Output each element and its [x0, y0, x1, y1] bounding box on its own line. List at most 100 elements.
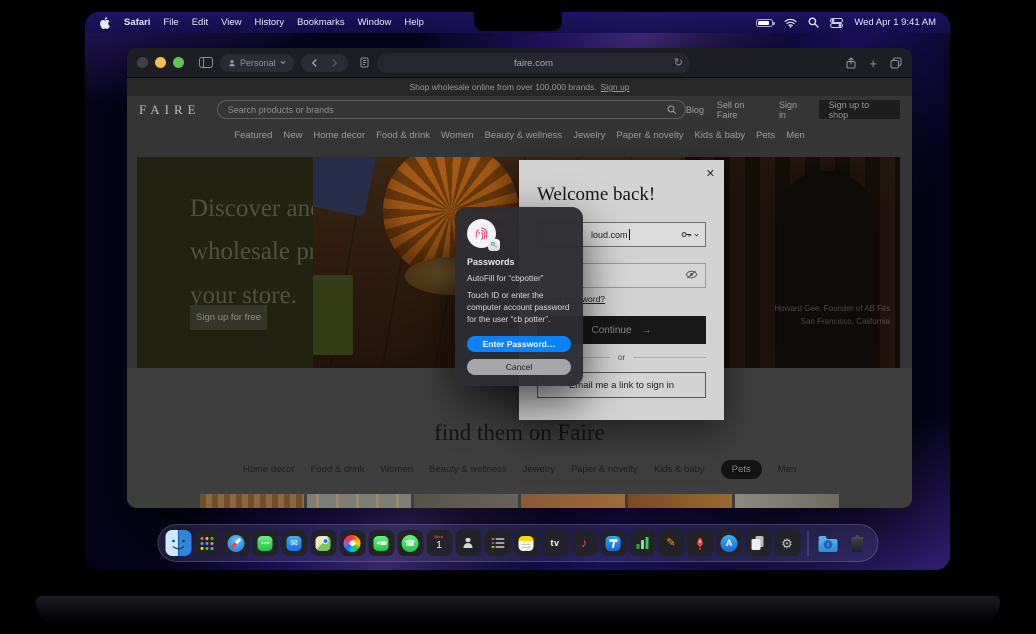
- dock-launchpad-icon[interactable]: [194, 530, 220, 556]
- dock-documents-icon[interactable]: [745, 530, 771, 556]
- search-icon: [667, 105, 677, 115]
- dock-mail-icon[interactable]: ✉: [281, 530, 307, 556]
- window-close-button[interactable]: [137, 57, 148, 68]
- toolbar-right-buttons: +: [846, 48, 902, 78]
- nav-food-drink[interactable]: Food & drink: [376, 130, 430, 141]
- header-links: Blog Sell on Faire Sign in: [686, 100, 806, 120]
- pill-paper-novelty[interactable]: Paper & novelty: [571, 464, 638, 475]
- nav-kids-baby[interactable]: Kids & baby: [694, 130, 745, 141]
- menu-help[interactable]: Help: [404, 17, 424, 28]
- wifi-icon[interactable]: [784, 18, 797, 28]
- dock-phone-icon[interactable]: ☎: [397, 530, 423, 556]
- control-center-icon[interactable]: [830, 18, 843, 28]
- nav-jewelry[interactable]: Jewelry: [573, 130, 605, 141]
- macbook-desktop: Safari File Edit View History Bookmarks Window…: [0, 0, 1036, 634]
- dock-pages-icon[interactable]: ✎: [658, 530, 684, 556]
- dock-settings-icon[interactable]: ⚙: [774, 530, 800, 556]
- pill-home-decor[interactable]: Home decor: [243, 464, 295, 475]
- dock-facetime-icon[interactable]: [368, 530, 394, 556]
- dock-keynote-icon[interactable]: [600, 530, 626, 556]
- apple-menu-icon[interactable]: [99, 16, 111, 30]
- dock-photos-icon[interactable]: [339, 530, 365, 556]
- dock-rocket-icon[interactable]: [687, 530, 713, 556]
- header-link-sell-on-faire[interactable]: Sell on Faire: [717, 100, 766, 120]
- dock-maps-icon[interactable]: [310, 530, 336, 556]
- product-thumbnail[interactable]: [735, 494, 839, 508]
- product-thumbnail[interactable]: [521, 494, 625, 508]
- pill-food-drink[interactable]: Food & drink: [311, 464, 365, 475]
- search-input[interactable]: Search products or brands: [217, 100, 686, 119]
- reload-icon[interactable]: ↻: [674, 58, 683, 69]
- dock-app-store-icon[interactable]: A: [716, 530, 742, 556]
- navigation-buttons: [301, 54, 348, 72]
- tab-group-picker[interactable]: Personal: [220, 54, 294, 72]
- menu-view[interactable]: View: [221, 17, 241, 28]
- dock-contacts-icon[interactable]: [455, 530, 481, 556]
- menu-items: Safari File Edit View History Bookmarks Window…: [124, 17, 424, 28]
- forward-icon[interactable]: [331, 58, 338, 68]
- dock-messages-icon[interactable]: [252, 530, 278, 556]
- share-icon[interactable]: [846, 57, 856, 69]
- spotlight-icon[interactable]: [808, 17, 819, 28]
- sidebar-toggle-icon[interactable]: [199, 57, 213, 68]
- nav-home-decor[interactable]: Home decor: [313, 130, 365, 141]
- pill-women[interactable]: Women: [380, 464, 413, 475]
- dock-music-icon[interactable]: ♪: [571, 530, 597, 556]
- product-thumbnail[interactable]: [414, 494, 518, 508]
- nav-new[interactable]: New: [283, 130, 302, 141]
- menu-file[interactable]: File: [163, 17, 178, 28]
- window-zoom-button[interactable]: [173, 57, 184, 68]
- dock-reminders-icon[interactable]: [484, 530, 510, 556]
- cancel-button[interactable]: Cancel: [467, 359, 571, 375]
- menu-history[interactable]: History: [255, 17, 285, 28]
- menu-window[interactable]: Window: [358, 17, 392, 28]
- menu-bar-clock[interactable]: Wed Apr 1 9:41 AM: [854, 17, 936, 28]
- nav-featured[interactable]: Featured: [234, 130, 272, 141]
- dock-numbers-icon[interactable]: [629, 530, 655, 556]
- menu-edit[interactable]: Edit: [192, 17, 208, 28]
- signup-free-button[interactable]: Sign up for free: [190, 305, 267, 330]
- pill-beauty-wellness[interactable]: Beauty & wellness: [429, 464, 507, 475]
- pill-kids-baby[interactable]: Kids & baby: [654, 464, 705, 475]
- menu-bookmarks[interactable]: Bookmarks: [297, 17, 345, 28]
- nav-beauty-wellness[interactable]: Beauty & wellness: [485, 130, 563, 141]
- tab-overview-icon[interactable]: [890, 57, 902, 69]
- text-caret: [629, 229, 630, 240]
- nav-pets[interactable]: Pets: [756, 130, 775, 141]
- product-thumbnail[interactable]: [200, 494, 304, 508]
- pill-jewelry[interactable]: Jewelry: [523, 464, 555, 475]
- promo-signup-link[interactable]: Sign up: [601, 82, 630, 92]
- nav-paper-novelty[interactable]: Paper & novelty: [616, 130, 683, 141]
- show-password-icon[interactable]: [685, 270, 698, 281]
- pill-men[interactable]: Men: [778, 464, 796, 475]
- header-link-blog[interactable]: Blog: [686, 105, 704, 115]
- autofill-key-icon[interactable]: [681, 230, 699, 239]
- faire-logo[interactable]: FAIRE: [139, 102, 201, 118]
- dock-notes-icon[interactable]: [513, 530, 539, 556]
- dock-calendar-icon[interactable]: Wed1: [426, 530, 452, 556]
- new-tab-icon[interactable]: +: [869, 57, 877, 70]
- header-link-sign-in[interactable]: Sign in: [779, 100, 806, 120]
- pill-pets[interactable]: Pets: [721, 460, 762, 479]
- dock-finder-icon[interactable]: [165, 530, 191, 556]
- nav-men[interactable]: Men: [786, 130, 804, 141]
- profile-icon: [228, 59, 236, 67]
- menu-safari[interactable]: Safari: [124, 17, 150, 28]
- safari-toolbar: Personal faire.com ↻ +: [127, 48, 912, 78]
- modal-title: Welcome back!: [537, 184, 655, 206]
- close-icon[interactable]: ✕: [706, 167, 715, 180]
- product-thumbnail[interactable]: [307, 494, 411, 508]
- product-thumbnail[interactable]: [628, 494, 732, 508]
- page-menu-icon[interactable]: [360, 57, 369, 68]
- dock-trash-icon[interactable]: [844, 530, 870, 556]
- window-minimize-button[interactable]: [155, 57, 166, 68]
- dock-safari-icon[interactable]: [223, 530, 249, 556]
- signup-to-shop-button[interactable]: Sign up to shop: [819, 100, 900, 119]
- enter-password-button[interactable]: Enter Password…: [467, 336, 571, 352]
- back-icon[interactable]: [311, 58, 318, 68]
- dock-downloads-folder-icon[interactable]: [815, 530, 841, 556]
- dock-tv-icon[interactable]: tv: [542, 530, 568, 556]
- battery-icon[interactable]: [756, 19, 773, 27]
- nav-women[interactable]: Women: [441, 130, 474, 141]
- address-bar[interactable]: faire.com ↻: [377, 53, 690, 73]
